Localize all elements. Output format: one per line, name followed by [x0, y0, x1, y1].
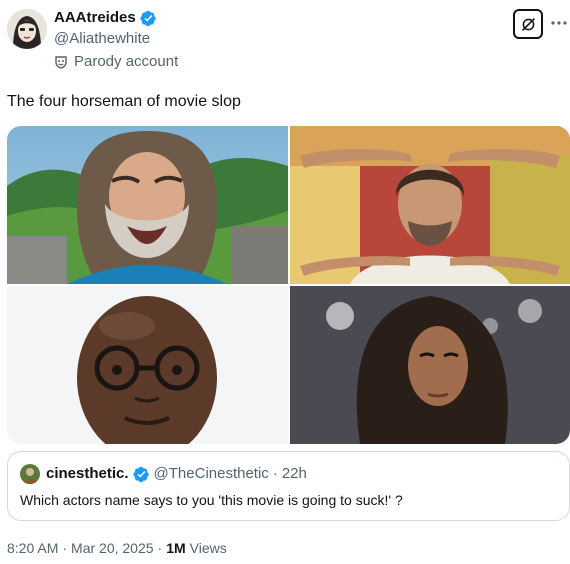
parody-mask-icon — [54, 55, 68, 69]
quoted-handle[interactable]: @TheCinesthetic — [154, 464, 269, 484]
tweet-time[interactable]: 8:20 AM — [7, 538, 58, 558]
author-display-name[interactable]: AAAtreides — [54, 8, 136, 28]
quoted-tweet-card[interactable]: cinesthetic. @TheCinesthetic · 22h Which… — [7, 451, 570, 521]
tweet-date[interactable]: Mar 20, 2025 — [71, 538, 154, 558]
views-count[interactable]: 1M — [166, 538, 185, 558]
author-handle[interactable]: @Aliathewhite — [54, 29, 157, 49]
author-avatar[interactable] — [7, 9, 47, 49]
media-photo-2[interactable] — [290, 126, 570, 284]
views-label: Views — [189, 540, 227, 556]
tweet-meta: 8:20 AM · Mar 20, 2025 · 1M Views — [7, 538, 227, 558]
verified-badge-icon[interactable] — [132, 466, 150, 483]
media-photo-1[interactable] — [7, 126, 288, 284]
meta-separator: · — [62, 540, 68, 556]
parody-label: Parody account — [54, 52, 178, 72]
quoted-tweet-header: cinesthetic. @TheCinesthetic · 22h — [20, 464, 307, 484]
author-header: AAAtreides @Aliathewhite — [54, 8, 157, 49]
quoted-author-avatar[interactable] — [20, 464, 40, 484]
quoted-separator: · — [272, 465, 278, 482]
meta-separator: · — [157, 540, 163, 556]
media-photo-3[interactable] — [7, 286, 288, 444]
parody-label-text: Parody account — [74, 53, 179, 70]
quoted-timestamp[interactable]: 22h — [282, 464, 307, 484]
more-options-button[interactable] — [548, 12, 570, 34]
more-dots-icon — [551, 21, 567, 25]
quoted-display-name[interactable]: cinesthetic. — [46, 464, 129, 484]
tweet-text: The four horseman of movie slop — [7, 93, 241, 110]
media-photo-4[interactable] — [290, 286, 570, 444]
author-name-row: AAAtreides — [54, 8, 157, 28]
grok-button[interactable] — [513, 9, 543, 39]
author-avatar-image — [7, 9, 47, 49]
grok-icon — [521, 17, 535, 31]
media-grid — [7, 126, 570, 444]
quoted-tweet-text: Which actors name says to you 'this movi… — [20, 492, 403, 508]
verified-badge-icon[interactable] — [139, 10, 157, 27]
